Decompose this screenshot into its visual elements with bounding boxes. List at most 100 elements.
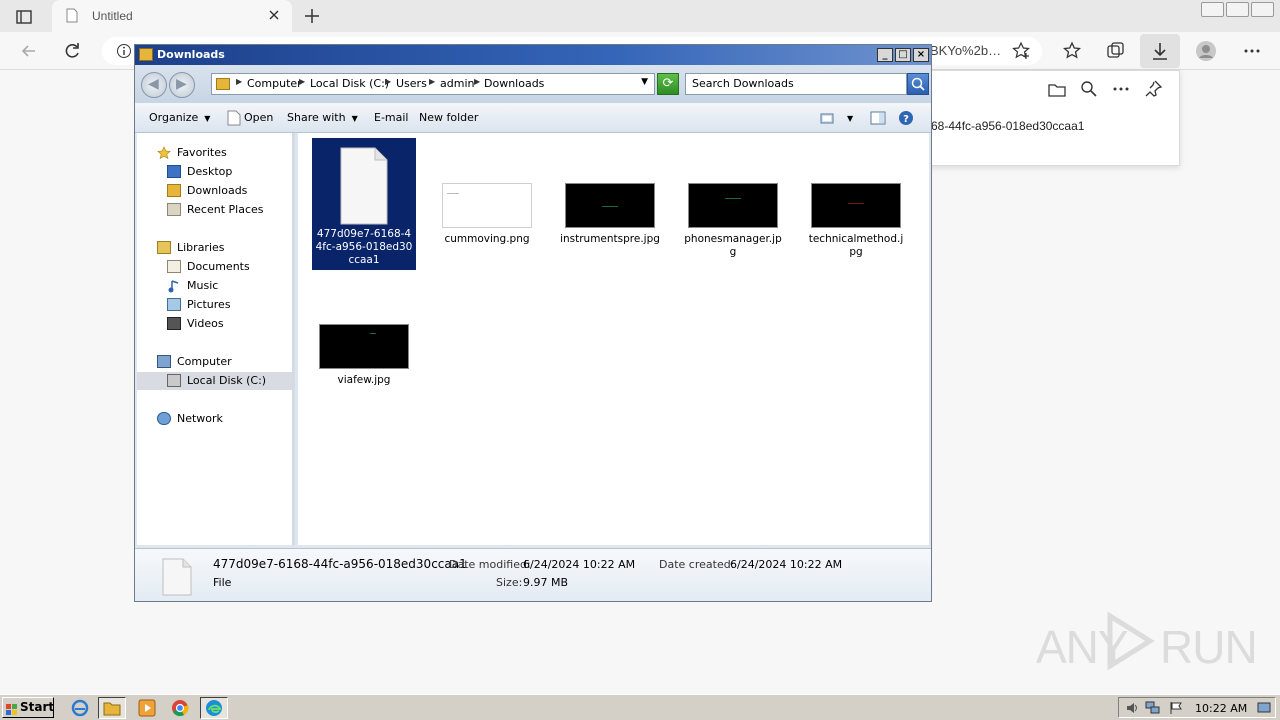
refresh-icon[interactable]: ⟳ <box>657 73 679 95</box>
breadcrumb-downloads[interactable]: Downloads <box>484 77 544 90</box>
star-icon <box>157 146 171 160</box>
pictures-icon <box>167 298 181 311</box>
edge-icon[interactable] <box>200 697 228 719</box>
breadcrumb[interactable]: ▶ Computer ▶ Local Disk (C:) ▶ Users ▶ a… <box>211 73 655 95</box>
minimize-window-icon[interactable]: _ <box>877 48 893 62</box>
browser-tabstrip: Untitled <box>0 0 1280 32</box>
explorer-taskbar-icon[interactable] <box>98 697 126 719</box>
back-arrow-icon: ◀ <box>148 76 159 92</box>
nav-item-libraries[interactable]: Libraries <box>137 239 292 257</box>
chevron-down-icon[interactable]: ▼ <box>641 77 648 87</box>
browser-tab[interactable]: Untitled <box>52 0 292 32</box>
nav-label: Pictures <box>187 298 231 311</box>
breadcrumb-local-disk[interactable]: Local Disk (C:) <box>310 77 389 90</box>
flyout-download-name[interactable]: 68-44fc-a956-018ed30ccaa1 <box>931 119 1084 133</box>
nav-item-desktop[interactable]: Desktop <box>137 163 292 181</box>
watermark-text-right: RUN <box>1160 621 1258 673</box>
profile-avatar-icon[interactable] <box>1195 40 1217 62</box>
breadcrumb-separator-icon[interactable]: ▶ <box>429 77 435 86</box>
nav-label: Desktop <box>187 165 233 178</box>
clock[interactable]: 10:22 AM <box>1195 702 1247 715</box>
nav-item-downloads[interactable]: Downloads <box>137 182 292 200</box>
back-arrow-icon[interactable] <box>18 40 40 62</box>
start-button[interactable]: Start <box>2 697 54 718</box>
search-input[interactable]: Search Downloads <box>685 73 907 95</box>
nav-label: Network <box>177 412 223 425</box>
search-icon[interactable] <box>907 73 929 95</box>
file-item[interactable]: technicalmethod.jpg <box>804 183 908 262</box>
file-name: technicalmethod.jpg <box>808 233 904 258</box>
file-item[interactable]: phonesmanager.jpg <box>681 183 785 262</box>
volume-icon[interactable] <box>1125 701 1139 718</box>
image-thumbnail <box>442 183 532 228</box>
nav-label: Favorites <box>177 146 227 159</box>
file-item[interactable]: 477d09e7-6168-44fc-a956-018ed30ccaa1 <box>312 138 416 270</box>
chrome-icon[interactable] <box>166 697 194 719</box>
file-item[interactable]: viafew.jpg <box>312 324 416 390</box>
breadcrumb-separator-icon[interactable]: ▶ <box>236 77 242 86</box>
close-window-icon[interactable] <box>1251 2 1274 17</box>
folder-icon <box>139 48 153 61</box>
more-menu-icon[interactable] <box>1241 40 1263 62</box>
nav-item-local-disk[interactable]: Local Disk (C:) <box>137 372 292 390</box>
pin-icon[interactable] <box>1143 79 1163 99</box>
nav-item-documents[interactable]: Documents <box>137 258 292 276</box>
refresh-icon[interactable] <box>61 40 83 62</box>
organize-button[interactable]: Organize ▼ <box>149 111 210 124</box>
change-view-icon[interactable] <box>819 110 835 126</box>
libraries-icon <box>157 241 171 254</box>
search-downloads-icon[interactable] <box>1079 79 1099 99</box>
explorer-title-bar[interactable]: Downloads _ □ × <box>135 45 931 65</box>
nav-label: Videos <box>187 317 224 330</box>
close-explorer-icon[interactable]: × <box>913 48 929 62</box>
open-folder-icon[interactable] <box>1047 79 1067 99</box>
nav-item-network[interactable]: Network <box>137 410 292 428</box>
downloads-folder-icon <box>167 184 181 197</box>
breadcrumb-separator-icon[interactable]: ▶ <box>385 77 391 86</box>
close-tab-icon[interactable] <box>266 7 282 23</box>
system-tray: 10:22 AM <box>1118 697 1276 718</box>
view-options-chevron-icon[interactable]: ▼ <box>847 111 853 124</box>
nav-item-videos[interactable]: Videos <box>137 315 292 333</box>
back-button[interactable]: ◀ <box>141 72 167 98</box>
date-created-label: Date created: <box>659 558 735 571</box>
breadcrumb-separator-icon[interactable]: ▶ <box>299 77 305 86</box>
downloads-button[interactable] <box>1140 34 1180 68</box>
nav-item-pictures[interactable]: Pictures <box>137 296 292 314</box>
action-center-flag-icon[interactable] <box>1169 701 1183 718</box>
info-icon[interactable] <box>116 43 132 62</box>
restore-icon[interactable] <box>1226 2 1249 17</box>
email-button[interactable]: E-mail <box>374 111 409 124</box>
nav-label: Music <box>187 279 219 292</box>
collections-icon[interactable] <box>1105 40 1127 62</box>
file-item[interactable]: cummoving.png <box>435 183 539 249</box>
favorites-icon[interactable] <box>1061 40 1083 62</box>
maximize-window-icon[interactable]: □ <box>895 48 911 62</box>
details-file-name: 477d09e7-6168-44fc-a956-018ed30ccaa1 <box>213 557 467 571</box>
new-tab-icon[interactable] <box>302 6 324 26</box>
file-item[interactable]: instrumentspre.jpg <box>558 183 662 249</box>
breadcrumb-computer[interactable]: Computer <box>247 77 302 90</box>
help-icon[interactable]: ? <box>898 110 914 126</box>
nav-item-computer[interactable]: Computer <box>137 353 292 371</box>
network-tray-icon[interactable] <box>1145 701 1161 718</box>
forward-button[interactable]: ▶ <box>169 72 195 98</box>
tab-actions-icon[interactable] <box>10 6 38 28</box>
nav-item-favorites[interactable]: Favorites <box>137 144 292 162</box>
breadcrumb-admin[interactable]: admin <box>440 77 474 90</box>
organize-label: Organize <box>149 111 199 124</box>
show-desktop-icon[interactable] <box>1257 702 1271 717</box>
minimize-icon[interactable] <box>1201 2 1224 17</box>
media-player-icon[interactable] <box>133 697 161 719</box>
nav-item-music[interactable]: Music <box>137 277 292 295</box>
breadcrumb-users[interactable]: Users <box>396 77 427 90</box>
nav-item-recent-places[interactable]: Recent Places <box>137 201 292 219</box>
share-with-button[interactable]: Share with ▼ <box>287 111 358 124</box>
new-folder-button[interactable]: New folder <box>419 111 478 124</box>
preview-pane-icon[interactable] <box>870 110 886 126</box>
breadcrumb-separator-icon[interactable]: ▶ <box>474 77 480 86</box>
add-favorite-icon[interactable] <box>1010 40 1032 62</box>
internet-explorer-icon[interactable] <box>66 697 94 719</box>
flyout-more-icon[interactable] <box>1111 79 1131 99</box>
open-button[interactable]: Open <box>244 111 273 124</box>
